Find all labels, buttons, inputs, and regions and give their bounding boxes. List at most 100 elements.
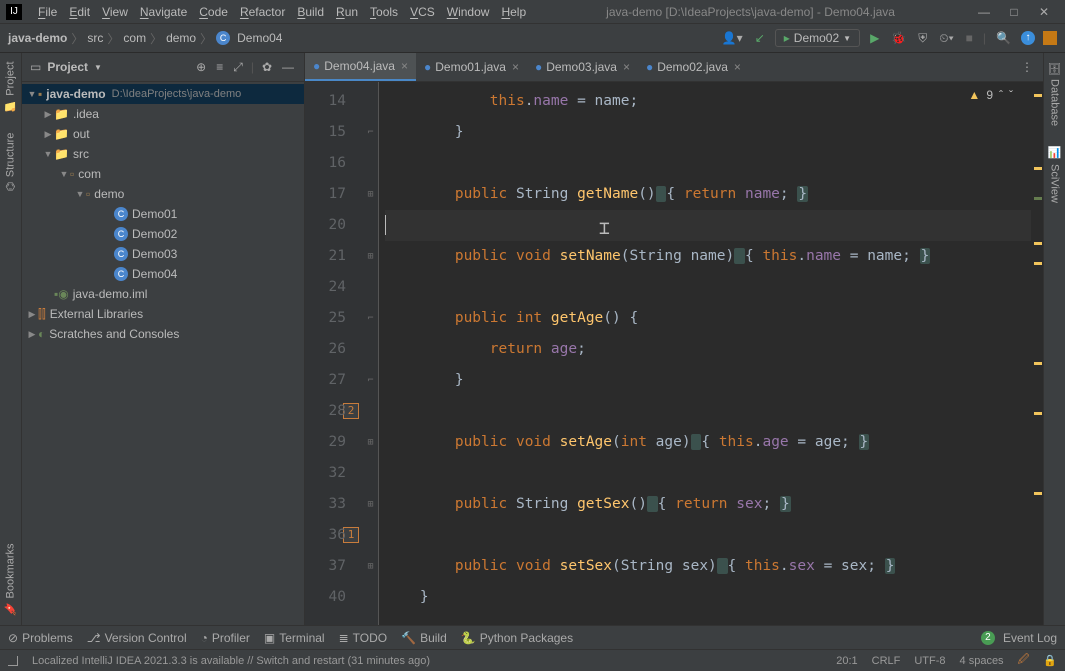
menu-window[interactable]: Window <box>441 5 496 19</box>
bottom-tool-bar: ⊘Problems ⎇Version Control ◔Profiler ▣Te… <box>0 625 1065 649</box>
tree-out[interactable]: ▶📁out <box>22 124 304 144</box>
vcs-update-icon[interactable]: ↙ <box>753 31 767 45</box>
tab-demo04-java[interactable]: ●Demo04.java× <box>305 53 416 81</box>
ide-settings-icon[interactable] <box>1043 31 1057 45</box>
status-toggle-icon[interactable] <box>8 656 18 666</box>
database-tool-button[interactable]: 🗄Database <box>1048 61 1061 126</box>
sciview-tool-button[interactable]: 📊SciView <box>1048 146 1061 202</box>
tree-iml[interactable]: ▪◉java-demo.iml <box>22 284 304 304</box>
project-tree[interactable]: ▼ ▪ java-demo D:\IdeaProjects\java-demo … <box>22 82 304 625</box>
tab-demo03-java[interactable]: ●Demo03.java× <box>527 53 638 81</box>
menu-run[interactable]: Run <box>330 5 364 19</box>
line-separator[interactable]: CRLF <box>872 655 901 667</box>
menu-tools[interactable]: Tools <box>364 5 404 19</box>
menu-help[interactable]: Help <box>495 5 532 19</box>
debug-button[interactable]: 🐞 <box>889 31 908 45</box>
tree-scratches[interactable]: ▶◐Scratches and Consoles <box>22 324 304 344</box>
line-number-gutter[interactable]: 141516172021242526272282932331363740 <box>305 82 363 625</box>
folder-icon: 📁 <box>54 127 69 141</box>
code-editor[interactable]: 141516172021242526272282932331363740 ⌐⊞⊞… <box>305 82 1043 625</box>
editor-tabs: ●Demo04.java×●Demo01.java×●Demo03.java×●… <box>305 53 1043 82</box>
tree-src[interactable]: ▼📁src <box>22 144 304 164</box>
status-message[interactable]: Localized IntelliJ IDEA 2021.3.3 is avai… <box>32 655 430 667</box>
fold-gutter[interactable]: ⌐⊞⊞⌐⌐⊞⊞⊞ <box>363 82 379 625</box>
tab-demo02-java[interactable]: ●Demo02.java× <box>638 53 749 81</box>
close-tab-icon[interactable]: × <box>401 59 408 73</box>
profiler-tool-button[interactable]: ◔Profiler <box>201 631 250 645</box>
expand-all-icon[interactable]: ≡ <box>214 60 225 74</box>
user-icon[interactable]: 👤▾ <box>720 31 745 45</box>
file-encoding[interactable]: UTF-8 <box>914 655 945 667</box>
indent-setting[interactable]: 4 spaces <box>960 655 1004 667</box>
error-stripe[interactable] <box>1031 82 1043 625</box>
main-menu: FileEditViewNavigateCodeRefactorBuildRun… <box>32 5 532 19</box>
profile-button[interactable]: ⏲▾ <box>937 31 955 46</box>
select-opened-icon[interactable]: ⊕ <box>194 60 208 74</box>
tree-external-libs[interactable]: ▶⫿⫿External Libraries <box>22 304 304 324</box>
breadcrumb-com[interactable]: com <box>123 31 146 45</box>
project-view-dropdown[interactable]: ▼ <box>94 63 102 72</box>
breadcrumb[interactable]: java-demo 〉 src 〉 com 〉 demo 〉 C Demo04 <box>8 30 282 47</box>
hide-icon[interactable]: ― <box>280 60 296 74</box>
menu-build[interactable]: Build <box>291 5 330 19</box>
tree-demo[interactable]: ▼▫demo <box>22 184 304 204</box>
tab-demo01-java[interactable]: ●Demo01.java× <box>416 53 527 81</box>
python-packages-tool-button[interactable]: 🐍Python Packages <box>461 631 573 645</box>
event-log-tool-button[interactable]: 2Event Log <box>981 631 1057 645</box>
more-tabs-icon[interactable]: ⋮ <box>1011 53 1043 81</box>
coverage-button[interactable]: ⛨ <box>916 31 929 46</box>
tree-class-demo02[interactable]: CDemo02 <box>22 224 304 244</box>
problems-tool-button[interactable]: ⊘Problems <box>8 631 73 645</box>
class-icon: C <box>114 207 128 221</box>
class-icon: C <box>114 267 128 281</box>
tree-idea[interactable]: ▶📁.idea <box>22 104 304 124</box>
run-button[interactable]: ▶ <box>868 31 881 45</box>
search-icon[interactable]: 🔍 <box>994 31 1013 45</box>
breadcrumb-class[interactable]: Demo04 <box>237 31 282 45</box>
menu-edit[interactable]: Edit <box>63 5 96 19</box>
minimize-button[interactable]: ― <box>969 5 999 19</box>
breadcrumb-src[interactable]: src <box>87 31 103 45</box>
prev-highlight-icon[interactable]: ˆ <box>999 88 1003 102</box>
tree-root[interactable]: ▼ ▪ java-demo D:\IdeaProjects\java-demo <box>22 84 304 104</box>
lock-icon[interactable]: 🔒 <box>1043 654 1057 667</box>
maximize-button[interactable]: □ <box>999 5 1029 19</box>
breadcrumb-project[interactable]: java-demo <box>8 31 67 45</box>
collapse-all-icon[interactable]: ⤢ <box>231 60 245 75</box>
close-button[interactable]: ✕ <box>1029 5 1059 19</box>
menu-view[interactable]: View <box>96 5 134 19</box>
tree-class-demo04[interactable]: CDemo04 <box>22 264 304 284</box>
vcs-tool-button[interactable]: ⎇Version Control <box>87 631 187 645</box>
inspection-widget[interactable]: ▲ 9 ˆ ˇ <box>968 88 1013 102</box>
class-icon: C <box>216 31 230 45</box>
structure-tool-button[interactable]: ⌬Structure <box>4 133 17 191</box>
settings-icon[interactable]: ✿ <box>260 60 274 74</box>
next-highlight-icon[interactable]: ˇ <box>1009 88 1013 102</box>
readonly-toggle-icon[interactable]: 🖉 <box>1018 651 1030 670</box>
close-tab-icon[interactable]: × <box>734 60 741 74</box>
code-body[interactable]: ▲ 9 ˆ ˇ ⌶ this.name = name; } public Str… <box>379 82 1031 625</box>
todo-tool-button[interactable]: ≣TODO <box>339 631 388 645</box>
tree-com[interactable]: ▼▫com <box>22 164 304 184</box>
project-tool-button[interactable]: 📁Project <box>4 61 17 113</box>
run-configuration-selector[interactable]: ▸ Demo02 ▼ <box>775 29 860 47</box>
breadcrumb-demo[interactable]: demo <box>166 31 196 45</box>
menu-file[interactable]: File <box>32 5 63 19</box>
menu-navigate[interactable]: Navigate <box>134 5 193 19</box>
close-tab-icon[interactable]: × <box>512 60 519 74</box>
terminal-tool-button[interactable]: ▣Terminal <box>264 631 325 645</box>
chevron-down-icon: ▼ <box>843 34 851 43</box>
build-tool-button[interactable]: 🔨Build <box>401 631 447 645</box>
tree-class-demo03[interactable]: CDemo03 <box>22 244 304 264</box>
menu-refactor[interactable]: Refactor <box>234 5 291 19</box>
update-available-icon[interactable]: ↑ <box>1021 31 1035 45</box>
status-bar: Localized IntelliJ IDEA 2021.3.3 is avai… <box>0 649 1065 671</box>
close-tab-icon[interactable]: × <box>623 60 630 74</box>
stop-button[interactable]: ■ <box>964 31 975 45</box>
bookmarks-tool-button[interactable]: 🔖Bookmarks <box>4 543 17 615</box>
event-badge-icon: 2 <box>981 631 995 645</box>
tree-class-demo01[interactable]: CDemo01 <box>22 204 304 224</box>
menu-vcs[interactable]: VCS <box>404 5 441 19</box>
cursor-position[interactable]: 20:1 <box>836 655 857 667</box>
menu-code[interactable]: Code <box>193 5 234 19</box>
